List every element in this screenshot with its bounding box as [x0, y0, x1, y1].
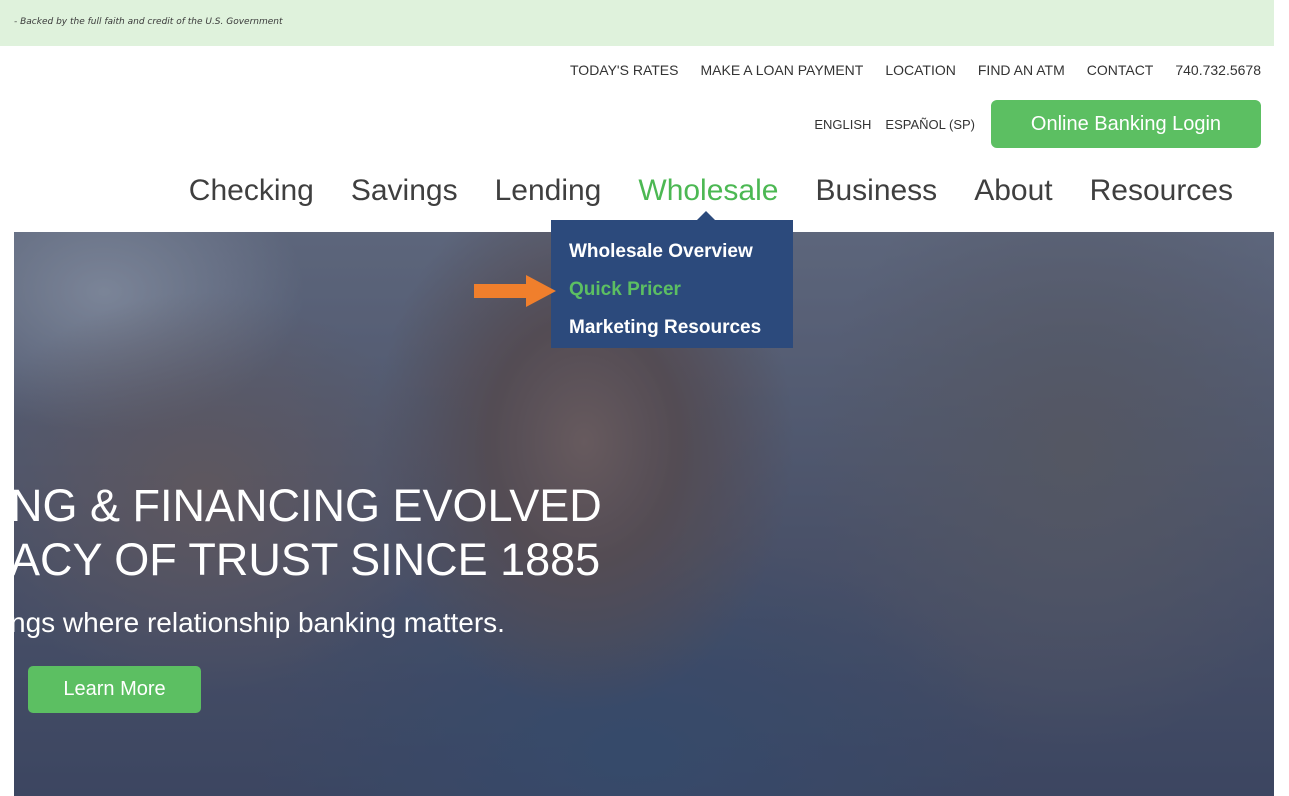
utility-nav: TODAY'S RATES MAKE A LOAN PAYMENT LOCATI…: [570, 60, 1261, 80]
nav-business[interactable]: Business: [815, 174, 937, 208]
hero-subtitle: ngs where relationship banking matters.: [14, 607, 505, 638]
menu-item-marketing-resources[interactable]: Marketing Resources: [551, 314, 793, 352]
english-link[interactable]: ENGLISH: [814, 117, 871, 132]
hero-headline-line2: ACY OF TRUST SINCE 1885: [14, 534, 601, 585]
phone-link[interactable]: 740.732.5678: [1175, 62, 1261, 78]
nav-savings[interactable]: Savings: [351, 174, 458, 208]
location-link[interactable]: LOCATION: [885, 62, 956, 78]
arrow-right-icon: [474, 275, 556, 307]
nav-resources[interactable]: Resources: [1090, 174, 1233, 208]
nav-lending[interactable]: Lending: [495, 174, 602, 208]
learn-more-button[interactable]: Learn More: [28, 666, 201, 713]
hero-headline-line1: NG & FINANCING EVOLVED: [14, 480, 602, 531]
top-banner: - Backed by the full faith and credit of…: [0, 0, 1274, 46]
menu-item-quick-pricer[interactable]: Quick Pricer: [551, 276, 793, 314]
banner-text: - Backed by the full faith and credit of…: [14, 17, 283, 27]
nav-about[interactable]: About: [974, 174, 1052, 208]
wholesale-dropdown-menu: Wholesale Overview Quick Pricer Marketin…: [551, 211, 793, 348]
main-nav: Checking Savings Lending Wholesale Busin…: [189, 169, 1233, 213]
language-row: ENGLISH ESPAÑOL (SP) Online Banking Logi…: [814, 100, 1261, 148]
menu-item-wholesale-overview[interactable]: Wholesale Overview: [551, 238, 793, 276]
find-atm-link[interactable]: FIND AN ATM: [978, 62, 1065, 78]
nav-wholesale[interactable]: Wholesale: [638, 174, 778, 208]
nav-checking[interactable]: Checking: [189, 174, 314, 208]
loan-payment-link[interactable]: MAKE A LOAN PAYMENT: [700, 62, 863, 78]
online-banking-login-button[interactable]: Online Banking Login: [991, 100, 1261, 148]
contact-link[interactable]: CONTACT: [1087, 62, 1154, 78]
todays-rates-link[interactable]: TODAY'S RATES: [570, 62, 678, 78]
spanish-link[interactable]: ESPAÑOL (SP): [885, 117, 975, 132]
